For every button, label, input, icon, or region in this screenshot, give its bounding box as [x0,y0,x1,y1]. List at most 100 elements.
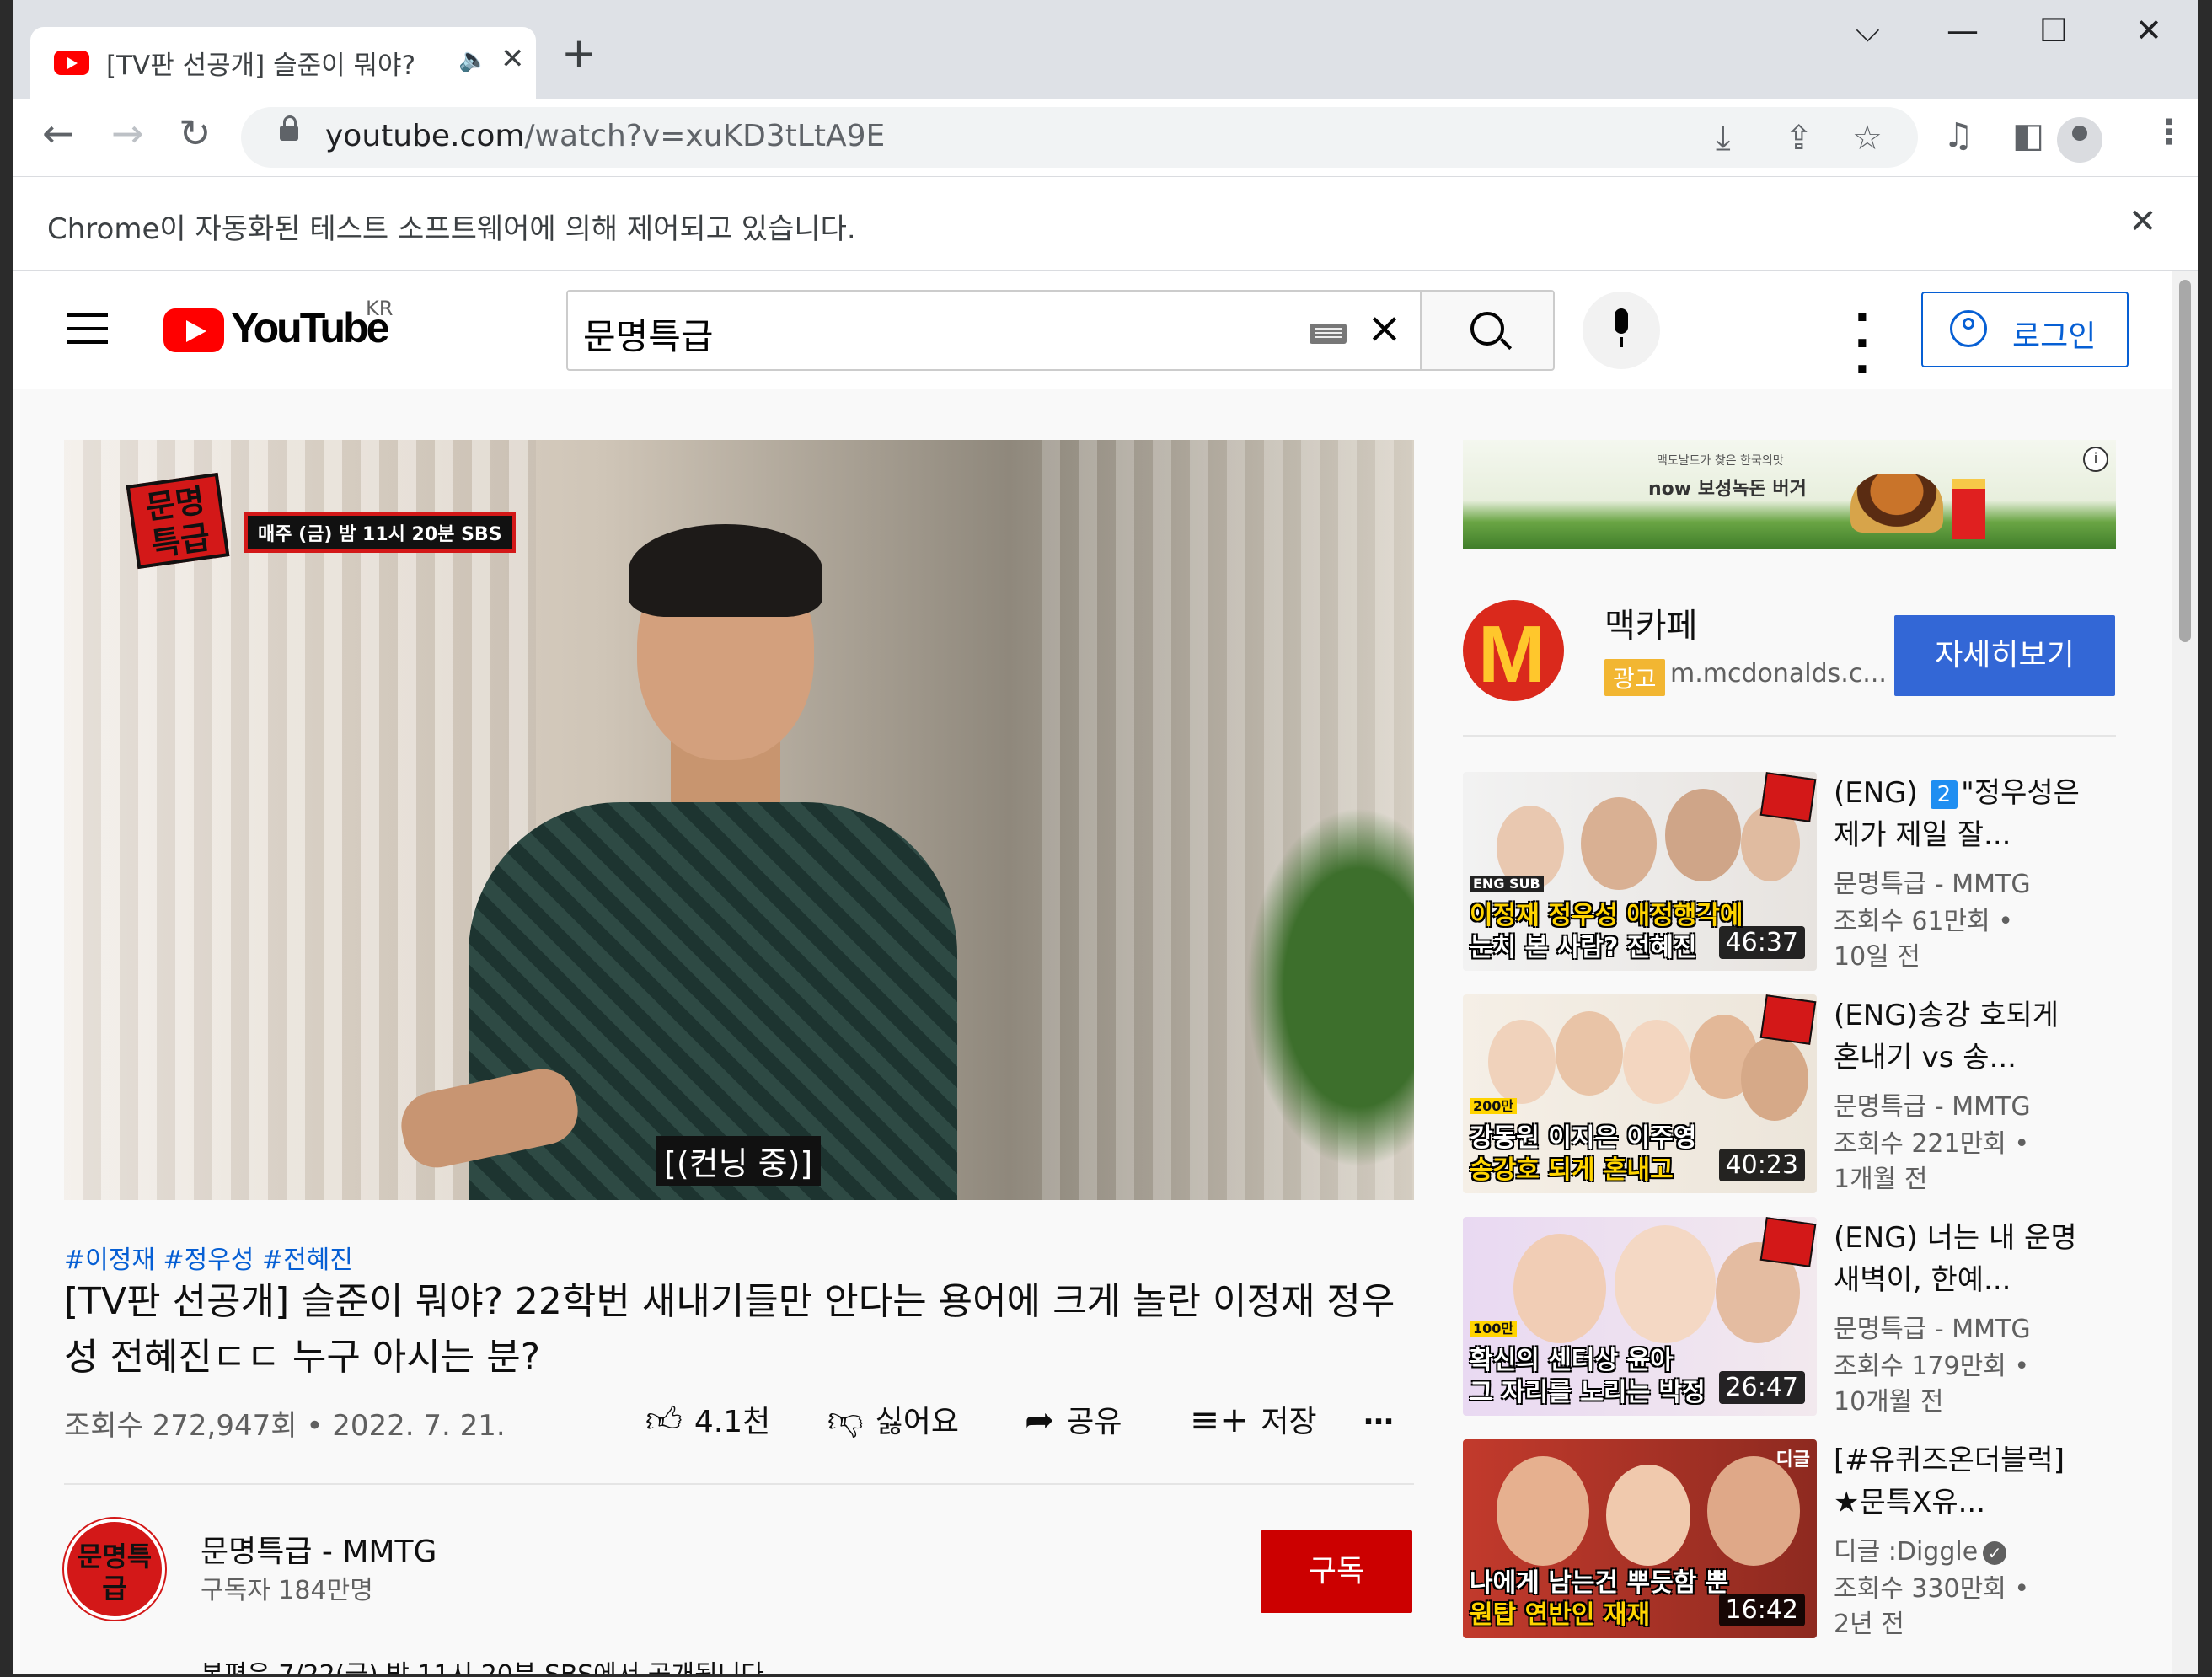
recommended-channel[interactable]: 문명특급 - MMTG [1834,1308,2031,1345]
divider [64,1483,1414,1485]
video-title: [TV판 선공개] 슬준이 뭐야? 22학번 새내기들만 안다는 용어에 크게 … [64,1280,1395,1379]
infobar-close-icon[interactable]: ✕ [2129,202,2157,241]
schedule-banner: 매주 (금) 밤 11시 20분 SBS [244,512,516,553]
window-close-button[interactable]: ✕ [2135,12,2162,49]
login-button[interactable]: 로그인 [1921,292,2129,367]
verified-check-icon: ✓ [1983,1540,2007,1565]
recommended-channel[interactable]: 디글 :Diggle ✓ [1834,1530,2007,1567]
video-player[interactable]: 문명특급 매주 (금) 밤 11시 20분 SBS [(컨닝 중)] [64,440,1414,1200]
recommended-title[interactable]: (ENG)송강 호되게 혼내기 vs 송... [1834,994,2086,1079]
minimize-button[interactable]: — [1947,12,1979,49]
recommended-video[interactable]: ENG SUB 이정재 정우성 애정행각에 눈치 본 사람? 전혜진 46:37 (… [1463,772,2116,972]
forward-icon[interactable]: → [111,114,144,153]
search-button[interactable] [1420,290,1555,371]
show-logo-mini [1759,994,1817,1045]
search-query[interactable]: 문명특급 [583,308,714,360]
recommended-views: 조회수 330만회 • [1834,1574,2030,1604]
recommended-video[interactable]: 200만 강동원 이지은 이주영 송강호 되게 혼내고 40:23 (ENG)송강 … [1463,994,2116,1194]
recommended-channel[interactable]: 문명특급 - MMTG [1834,1085,2031,1122]
bookmark-star-icon[interactable]: ☆ [1852,119,1883,158]
maximize-button[interactable]: ☐ [2039,12,2068,49]
reload-icon[interactable]: ↻ [179,114,212,153]
ad-url: m.mcdonalds.c... [1670,659,1887,688]
region-code: KR [366,297,394,320]
channel-avatar[interactable]: 문명특급 [64,1519,165,1620]
thumbnail-face [1741,1037,1808,1121]
thumbs-down-icon: 👎︎ [827,1399,864,1440]
settings-more-icon[interactable]: · · · [1854,296,1871,392]
media-control-icon[interactable]: ♫ [1943,119,1974,153]
page-scrollbar[interactable] [2172,271,2198,1674]
save-label: 저장 [1261,1405,1317,1439]
advertiser-name[interactable]: 맥카페 [1604,598,1697,647]
browser-window: [TV판 선공개] 슬준이 뭐야? 🔈 ✕ + ⌵ — ☐ ✕ ← → ↻ yo… [13,0,2198,1674]
youtube-wordmark[interactable]: YouTube [231,303,389,352]
youtube-page: YouTube KR 문명특급 × · · · 로그인 문명특급 매주 (금) … [13,271,2198,1674]
tab-close-icon[interactable]: ✕ [501,42,525,76]
video-thumbnail[interactable]: ENG SUB 이정재 정우성 애정행각에 눈치 본 사람? 전혜진 46:37 [1463,772,1817,971]
thumbnail-face [1606,1465,1690,1566]
ad-banner[interactable]: 맥도날드가 찾은 한국의맛 now 보성녹돈 버거 i [1463,440,2116,549]
video-hashtags[interactable]: #이정재 #정우성 #전혜진 [64,1239,353,1276]
speaker-icon[interactable]: 🔈 [458,46,488,73]
youtube-header: YouTube KR 문명특급 × · · · 로그인 [13,271,2188,392]
recommended-views: 조회수 179만회 • [1834,1352,2030,1381]
chrome-menu-icon[interactable]: ⋮ [2152,115,2186,149]
tab-strip: [TV판 선공개] 슬준이 뭐야? 🔈 ✕ + ⌵ — ☐ ✕ [13,0,2198,99]
recommended-title[interactable]: [#유퀴즈온더블럭] ★문특X유... [1834,1439,2086,1524]
search-icon [1470,312,1504,346]
share-button[interactable]: ➦ 공유 [1025,1397,1122,1441]
recommended-views: 조회수 61만회 • [1834,907,2013,936]
video-thumbnail[interactable]: 디글 나에게 남는건 뿌듯함 뿐 원탑 연반인 재재 16:42 [1463,1439,1817,1638]
save-button[interactable]: ≡+ 저장 [1190,1397,1317,1441]
side-panel-icon[interactable]: ◧ [2012,119,2044,153]
recommended-channel[interactable]: 문명특급 - MMTG [1834,863,2031,900]
search-input[interactable]: 문명특급 × [566,290,1420,371]
url-text[interactable]: youtube.com/watch?v=xuKD3tLtA9E [325,119,885,153]
tab-title: [TV판 선공개] 슬준이 뭐야? [106,51,416,81]
ad-learn-more-button[interactable]: 자세히보기 [1894,615,2115,696]
install-icon[interactable]: ⤓ [1716,119,1731,158]
plant-decoration [1227,777,1414,1198]
back-icon[interactable]: ← [42,114,75,153]
hamburger-menu-icon[interactable] [67,313,108,344]
playlist-add-icon: ≡+ [1190,1399,1250,1440]
youtube-logo-icon[interactable] [163,308,224,352]
infobar-message: Chrome이 자동화된 테스트 소프트웨어에 의해 제어되고 있습니다. [47,212,856,246]
address-bar[interactable]: youtube.com/watch?v=xuKD3tLtA9E ⤓ ⇪ ☆ [241,107,1918,168]
number-badge: 2 [1930,780,1958,809]
dislike-button[interactable]: 👎︎ 싫어요 [827,1397,959,1442]
share-icon[interactable]: ⇪ [1785,119,1813,158]
ad-info-icon[interactable]: i [2083,447,2108,472]
show-logo-mini [1759,1217,1817,1267]
thumbnail-face [1707,1456,1800,1566]
recommended-video[interactable]: 디글 나에게 남는건 뿌듯함 뿐 원탑 연반인 재재 16:42 [#유퀴즈온더블… [1463,1439,2116,1639]
advertiser-logo[interactable]: M [1463,600,1564,701]
profile-icon[interactable] [2057,117,2102,163]
video-thumbnail[interactable]: 200만 강동원 이지은 이주영 송강호 되게 혼내고 40:23 [1463,994,1817,1193]
more-actions-button[interactable]: … [1363,1397,1394,1432]
recommended-age: 10일 전 [1834,942,1920,972]
video-thumbnail[interactable]: 100만 확신의 센터상 윤아 그 자리를 노리는 박정 26:47 [1463,1217,1817,1416]
like-button[interactable]: 👍︎ 4.1천 [645,1397,770,1442]
fries-image [1952,479,1985,539]
thumbnail-face [1497,1456,1589,1566]
browser-tab[interactable]: [TV판 선공개] 슬준이 뭐야? 🔈 ✕ [30,27,536,99]
clear-search-icon[interactable]: × [1367,303,1402,352]
keyboard-icon[interactable] [1310,324,1347,344]
recommended-views: 조회수 221만회 • [1834,1129,2030,1159]
new-tab-button[interactable]: + [561,32,597,74]
channel-name[interactable]: 문명특급 - MMTG [201,1527,437,1571]
video-duration: 26:47 [1718,1371,1805,1404]
recommended-video[interactable]: 100만 확신의 센터상 윤아 그 자리를 노리는 박정 26:47 (ENG) 너… [1463,1217,2116,1417]
recommended-title[interactable]: (ENG) 너는 내 운명 새벽이, 한예... [1834,1217,2086,1301]
subscribe-button[interactable]: 구독 [1261,1530,1412,1613]
voice-search-button[interactable] [1583,292,1660,369]
scrollbar-thumb[interactable] [2179,280,2191,642]
like-count: 4.1천 [694,1405,771,1439]
recommended-title[interactable]: (ENG) 2 "정우성은 제가 제일 잘... [1834,772,2086,856]
video-duration: 40:23 [1718,1149,1805,1181]
mcdonalds-arches-icon: M [1478,609,1545,699]
tab-search-icon[interactable]: ⌵ [1856,12,1880,50]
lock-icon[interactable] [280,115,298,141]
